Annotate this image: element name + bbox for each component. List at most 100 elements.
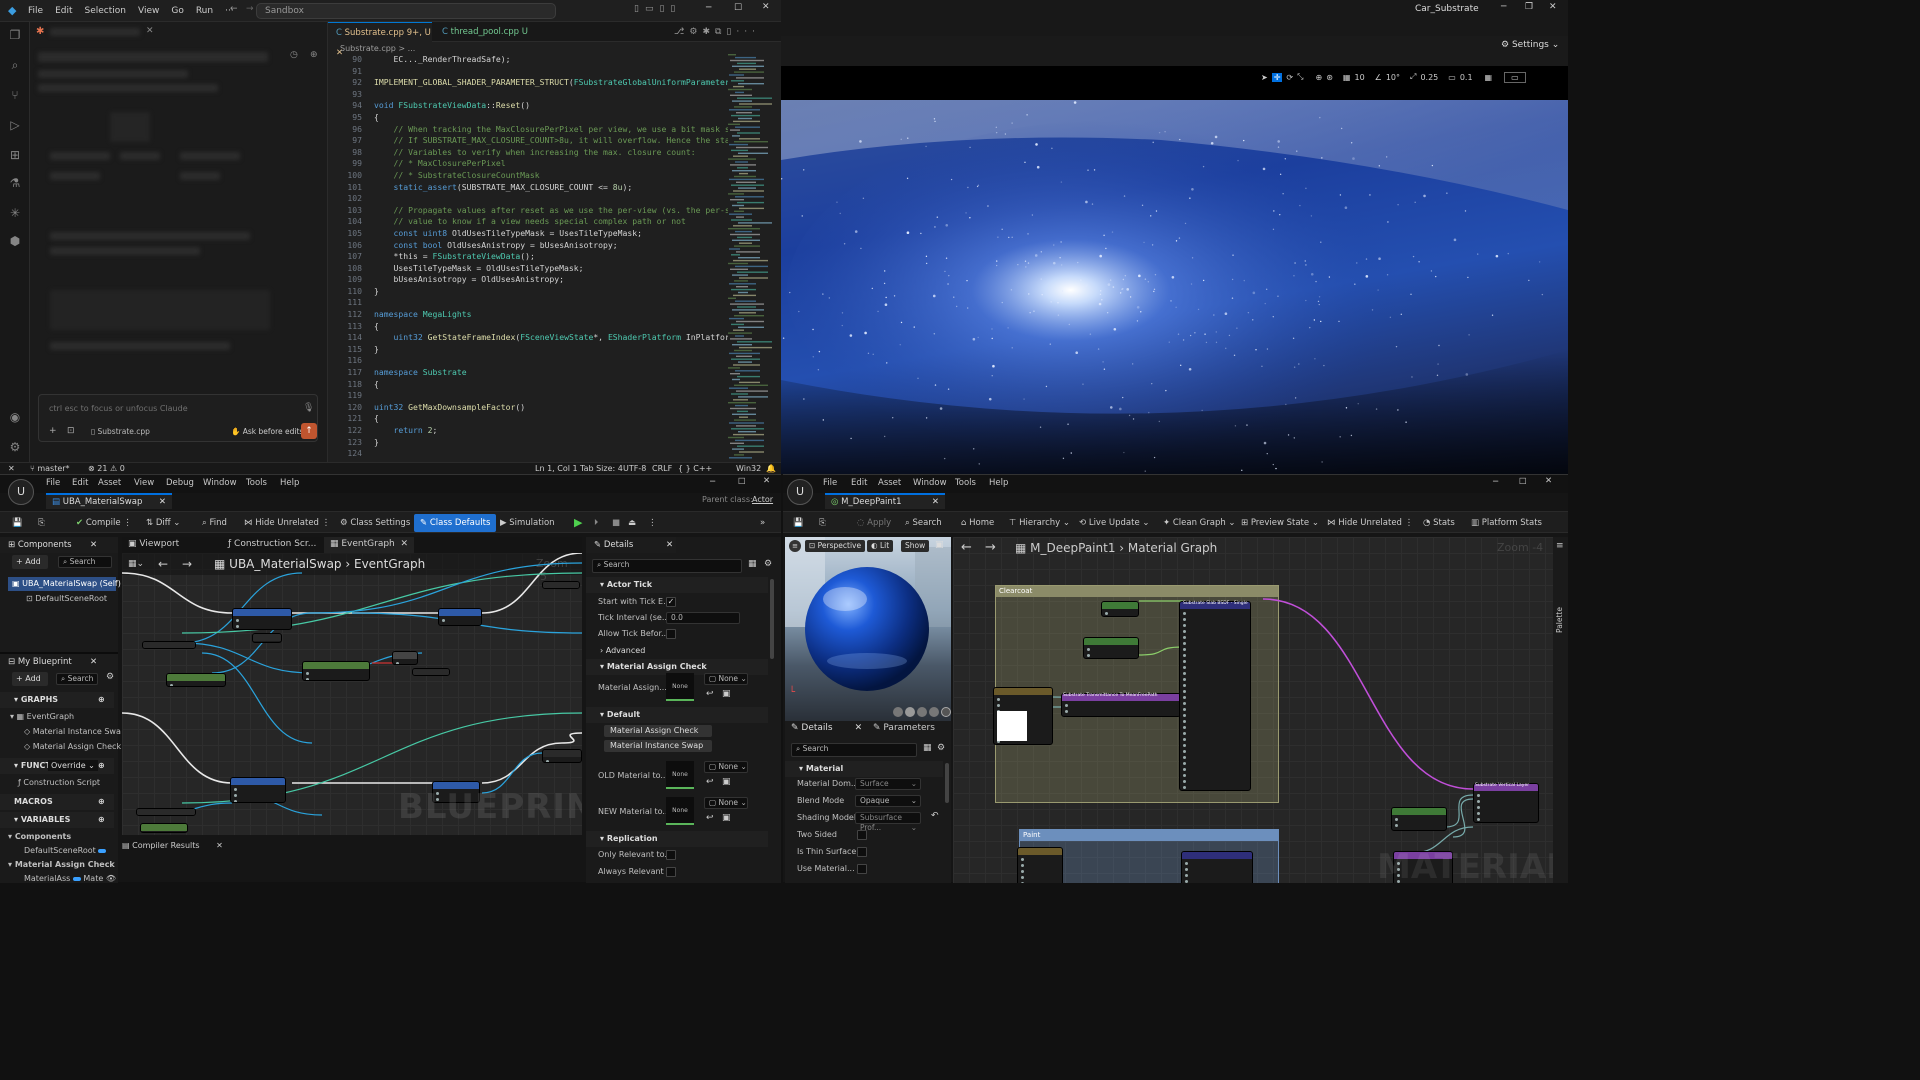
tab-close-icon[interactable]: ✕ [159, 495, 166, 509]
tab-close-icon[interactable]: ✕ [855, 723, 863, 733]
node-pin[interactable] [1065, 710, 1068, 713]
node-pin[interactable] [1183, 768, 1186, 771]
expand-toolbar-icon[interactable]: » [760, 512, 765, 534]
details-view-options-icon[interactable]: ▦ [923, 743, 932, 753]
node-pin[interactable] [1183, 750, 1186, 753]
components-search[interactable]: ⌕ Search [58, 556, 112, 568]
add-member-button[interactable]: + Add [12, 672, 48, 686]
node-pin[interactable] [1183, 786, 1186, 789]
node-pin[interactable] [1477, 818, 1480, 821]
new-chat-icon[interactable]: ⊕ [310, 50, 318, 60]
node-pin[interactable] [1183, 624, 1186, 627]
claude-icon[interactable]: ✳ [8, 206, 22, 220]
details-search[interactable]: ⌕ Search [592, 559, 742, 573]
add-context-icon[interactable]: + [49, 426, 57, 436]
close-icon[interactable]: ✕ [1549, 2, 1557, 12]
node-pin[interactable] [1477, 800, 1480, 803]
viewport-3d-view[interactable] [781, 100, 1568, 474]
minimize-icon[interactable]: ─ [706, 3, 711, 13]
actor-tick-section[interactable]: ▾ Actor Tick [586, 577, 768, 593]
scale-tool-icon[interactable]: ⤡ [1297, 72, 1303, 82]
node-pin[interactable] [1183, 726, 1186, 729]
vertical-layer-node[interactable] [1473, 783, 1539, 823]
old-material-thumbnail[interactable]: None [666, 761, 694, 789]
code-line[interactable]: 113 { [328, 321, 728, 333]
material-preview-viewport[interactable]: ≡ ⊡ Perspective ◐ Lit Show ▣ └ [785, 537, 951, 721]
code-line[interactable]: 118 { [328, 379, 728, 391]
eject-button[interactable]: ⏏ [628, 512, 636, 534]
blueprint-node[interactable] [232, 608, 292, 630]
close-icon[interactable]: ✕ [763, 476, 770, 486]
grid-snap-icon[interactable]: ▦ [1343, 73, 1351, 82]
use-selected-icon[interactable]: ↩ [706, 777, 714, 787]
code-view[interactable]: 90 EC..._RenderThreadSafe); 91 92 IMPLEMENT… [328, 54, 728, 462]
tab-close-icon[interactable]: ✕ [216, 841, 223, 850]
simulation-button[interactable]: ▶ Simulation [500, 512, 555, 534]
node-pin[interactable] [1183, 696, 1186, 699]
code-line[interactable]: 124 [328, 448, 728, 460]
rotate-tool-icon[interactable]: ⟳ [1286, 73, 1293, 82]
default-section[interactable]: ▾ Default [586, 707, 768, 723]
camera-speed-value[interactable]: 0.1 [1460, 73, 1473, 82]
stop-button[interactable]: ■ [612, 512, 620, 534]
code-line[interactable]: 120 uint32 GetMaxDownsampleFactor() [328, 402, 728, 414]
node-pin[interactable] [1183, 756, 1186, 759]
play-options-icon[interactable]: ⋮ [648, 512, 657, 534]
node-pin[interactable] [1183, 636, 1186, 639]
settings-gear-icon[interactable]: ⚙ [8, 440, 22, 454]
code-line[interactable]: 90 EC..._RenderThreadSafe); [328, 54, 728, 66]
send-button[interactable]: ↑ [301, 423, 317, 439]
scale-snap-icon[interactable]: ⤢ [1410, 72, 1416, 82]
only-relevant-checkbox[interactable] [666, 850, 676, 860]
graph-item-material-assign-check[interactable]: ◇ Material Assign Check [24, 740, 121, 754]
always-relevant-checkbox[interactable] [666, 867, 676, 877]
material-section[interactable]: ▾ Material [785, 761, 943, 777]
shading-model-dropdown[interactable]: Subsurface Prof... ⌄ [855, 812, 921, 832]
node-pin[interactable] [234, 788, 237, 791]
code-line[interactable]: 101 static_assert(SUBSTRATE_MAX_CLOSURE_… [328, 182, 728, 194]
node-pin[interactable] [1183, 666, 1186, 669]
menu-help[interactable]: Help [989, 478, 1008, 488]
claude-input[interactable]: ctrl esc to focus or unfocus Claude 🎙 + … [38, 394, 318, 442]
material-assign-dropdown[interactable]: ▢ None ⌄ [704, 673, 748, 685]
minimize-icon[interactable]: ─ [1501, 2, 1506, 12]
preview-state-button[interactable]: ⊞ Preview State ⌄ [1241, 512, 1319, 534]
code-line[interactable]: 117 namespace Substrate [328, 367, 728, 379]
menu-run[interactable]: Run [196, 6, 213, 16]
minimize-icon[interactable]: ─ [710, 477, 715, 487]
shape-cylinder-icon[interactable] [893, 707, 903, 717]
function-item-construction-script[interactable]: ƒ Construction Script [18, 776, 100, 790]
search-icon[interactable]: ⌕ [8, 58, 22, 72]
node-pin[interactable] [1185, 862, 1188, 865]
blueprint-node[interactable] [142, 641, 196, 649]
visibility-eye-icon[interactable]: 👁 [106, 874, 116, 883]
node-pin[interactable] [1183, 612, 1186, 615]
hide-unrelated-button[interactable]: ⋈ Hide Unrelated ⋮ [1327, 512, 1413, 534]
shape-mesh-icon[interactable] [941, 707, 951, 717]
editor-actions[interactable]: ⎇⚙✱⧉▯··· [674, 27, 760, 37]
code-line[interactable]: 108 UsesTileTypeMask = OldUsesTileTypeMa… [328, 263, 728, 275]
blueprint-node[interactable] [136, 808, 196, 816]
settings-button[interactable]: ⚙ Settings ⌄ [1501, 40, 1559, 50]
hierarchy-button[interactable]: ⊤ Hierarchy ⌄ [1009, 512, 1070, 534]
maximize-icon[interactable]: ☐ [1519, 477, 1527, 487]
node-pin[interactable] [1183, 702, 1186, 705]
menu-window[interactable]: Window [203, 478, 237, 488]
graphs-section[interactable]: ▾ GRAPHS ⊕ [0, 692, 114, 708]
code-line[interactable]: 96 // When tracking the MaxClosurePerPix… [328, 124, 728, 136]
ask-mode-button[interactable]: ✋ Ask before edits [231, 427, 303, 436]
hide-unrelated-button[interactable]: ⋈ Hide Unrelated ⋮ [244, 512, 330, 534]
extensions-icon[interactable]: ⊞ [8, 148, 22, 162]
advanced-section[interactable]: › Advanced [586, 643, 768, 659]
node-pin[interactable] [1183, 672, 1186, 675]
blueprint-node[interactable] [302, 661, 370, 681]
stats-button[interactable]: ◔ Stats [1423, 512, 1455, 534]
tab-details[interactable]: ✎ Details ✕ [791, 723, 862, 733]
functions-section[interactable]: ▾ FUNCTIONS Override ⌄ ⊕ [0, 758, 114, 774]
paint-slab-node[interactable] [1181, 851, 1253, 883]
node-pin[interactable] [234, 794, 237, 797]
shape-sphere-icon[interactable] [905, 707, 915, 717]
component-default-scene-root[interactable]: ⊡ DefaultSceneRoot [26, 592, 107, 606]
close-panel-icon[interactable]: ✕ [146, 26, 154, 36]
surface-snap-icon[interactable]: ⊛ [1326, 73, 1333, 82]
